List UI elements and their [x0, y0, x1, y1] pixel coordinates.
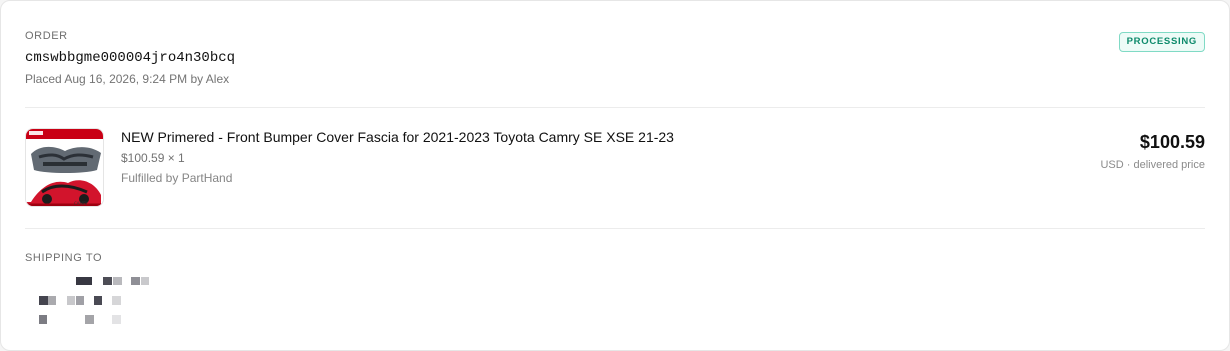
redaction-tile — [103, 277, 112, 285]
order-id: cmswbbgme000004jro4n30bcq — [25, 50, 236, 66]
shipping-title: SHIPPING TO — [25, 252, 103, 264]
order-card: ORDER cmswbbgme000004jro4n30bcq Placed A… — [0, 0, 1230, 351]
redaction-tile — [113, 277, 122, 285]
header-divider — [25, 107, 1205, 108]
redaction-tile — [76, 277, 92, 285]
unit-price-quantity: $100.59 × 1 — [121, 151, 185, 165]
bumper-product-image: CAMRY — [26, 129, 103, 206]
redaction-tile — [76, 296, 84, 305]
redacted-shipping-address — [37, 277, 167, 329]
line-item-details: NEW Primered - Front Bumper Cover Fascia… — [121, 128, 941, 186]
redaction-tile — [48, 296, 56, 305]
redaction-tile — [94, 296, 102, 305]
redaction-tile — [67, 296, 75, 305]
shipping-divider — [25, 228, 1205, 229]
redaction-tile — [141, 277, 149, 285]
status-badge: PROCESSING — [1118, 32, 1205, 52]
redaction-tile — [39, 296, 48, 305]
shipping-section: SHIPPING TO — [25, 251, 325, 331]
product-thumbnail: CAMRY — [25, 128, 104, 207]
order-kicker: ORDER — [25, 30, 68, 42]
line-item: CAMRY NEW Primered - Front Bumper Cover … — [25, 128, 1205, 208]
redaction-tile — [131, 277, 140, 285]
redaction-tile — [112, 296, 121, 305]
order-header: ORDER cmswbbgme000004jro4n30bcq Placed A… — [25, 29, 1205, 91]
fulfillment-info: Fulfilled by PartHand — [121, 171, 233, 185]
total-price: $100.59 — [1139, 132, 1205, 152]
svg-text:CAMRY: CAMRY — [74, 201, 89, 206]
redaction-tile — [85, 315, 94, 324]
placed-meta: Placed Aug 16, 2026, 9:24 PM by Alex — [25, 72, 230, 86]
price-summary: $100.59 USD · delivered price — [1100, 131, 1205, 172]
redaction-tile — [39, 315, 47, 324]
price-note: USD · delivered price — [1100, 159, 1205, 171]
redaction-tile — [112, 315, 121, 324]
product-title: NEW Primered - Front Bumper Cover Fascia… — [121, 129, 674, 145]
